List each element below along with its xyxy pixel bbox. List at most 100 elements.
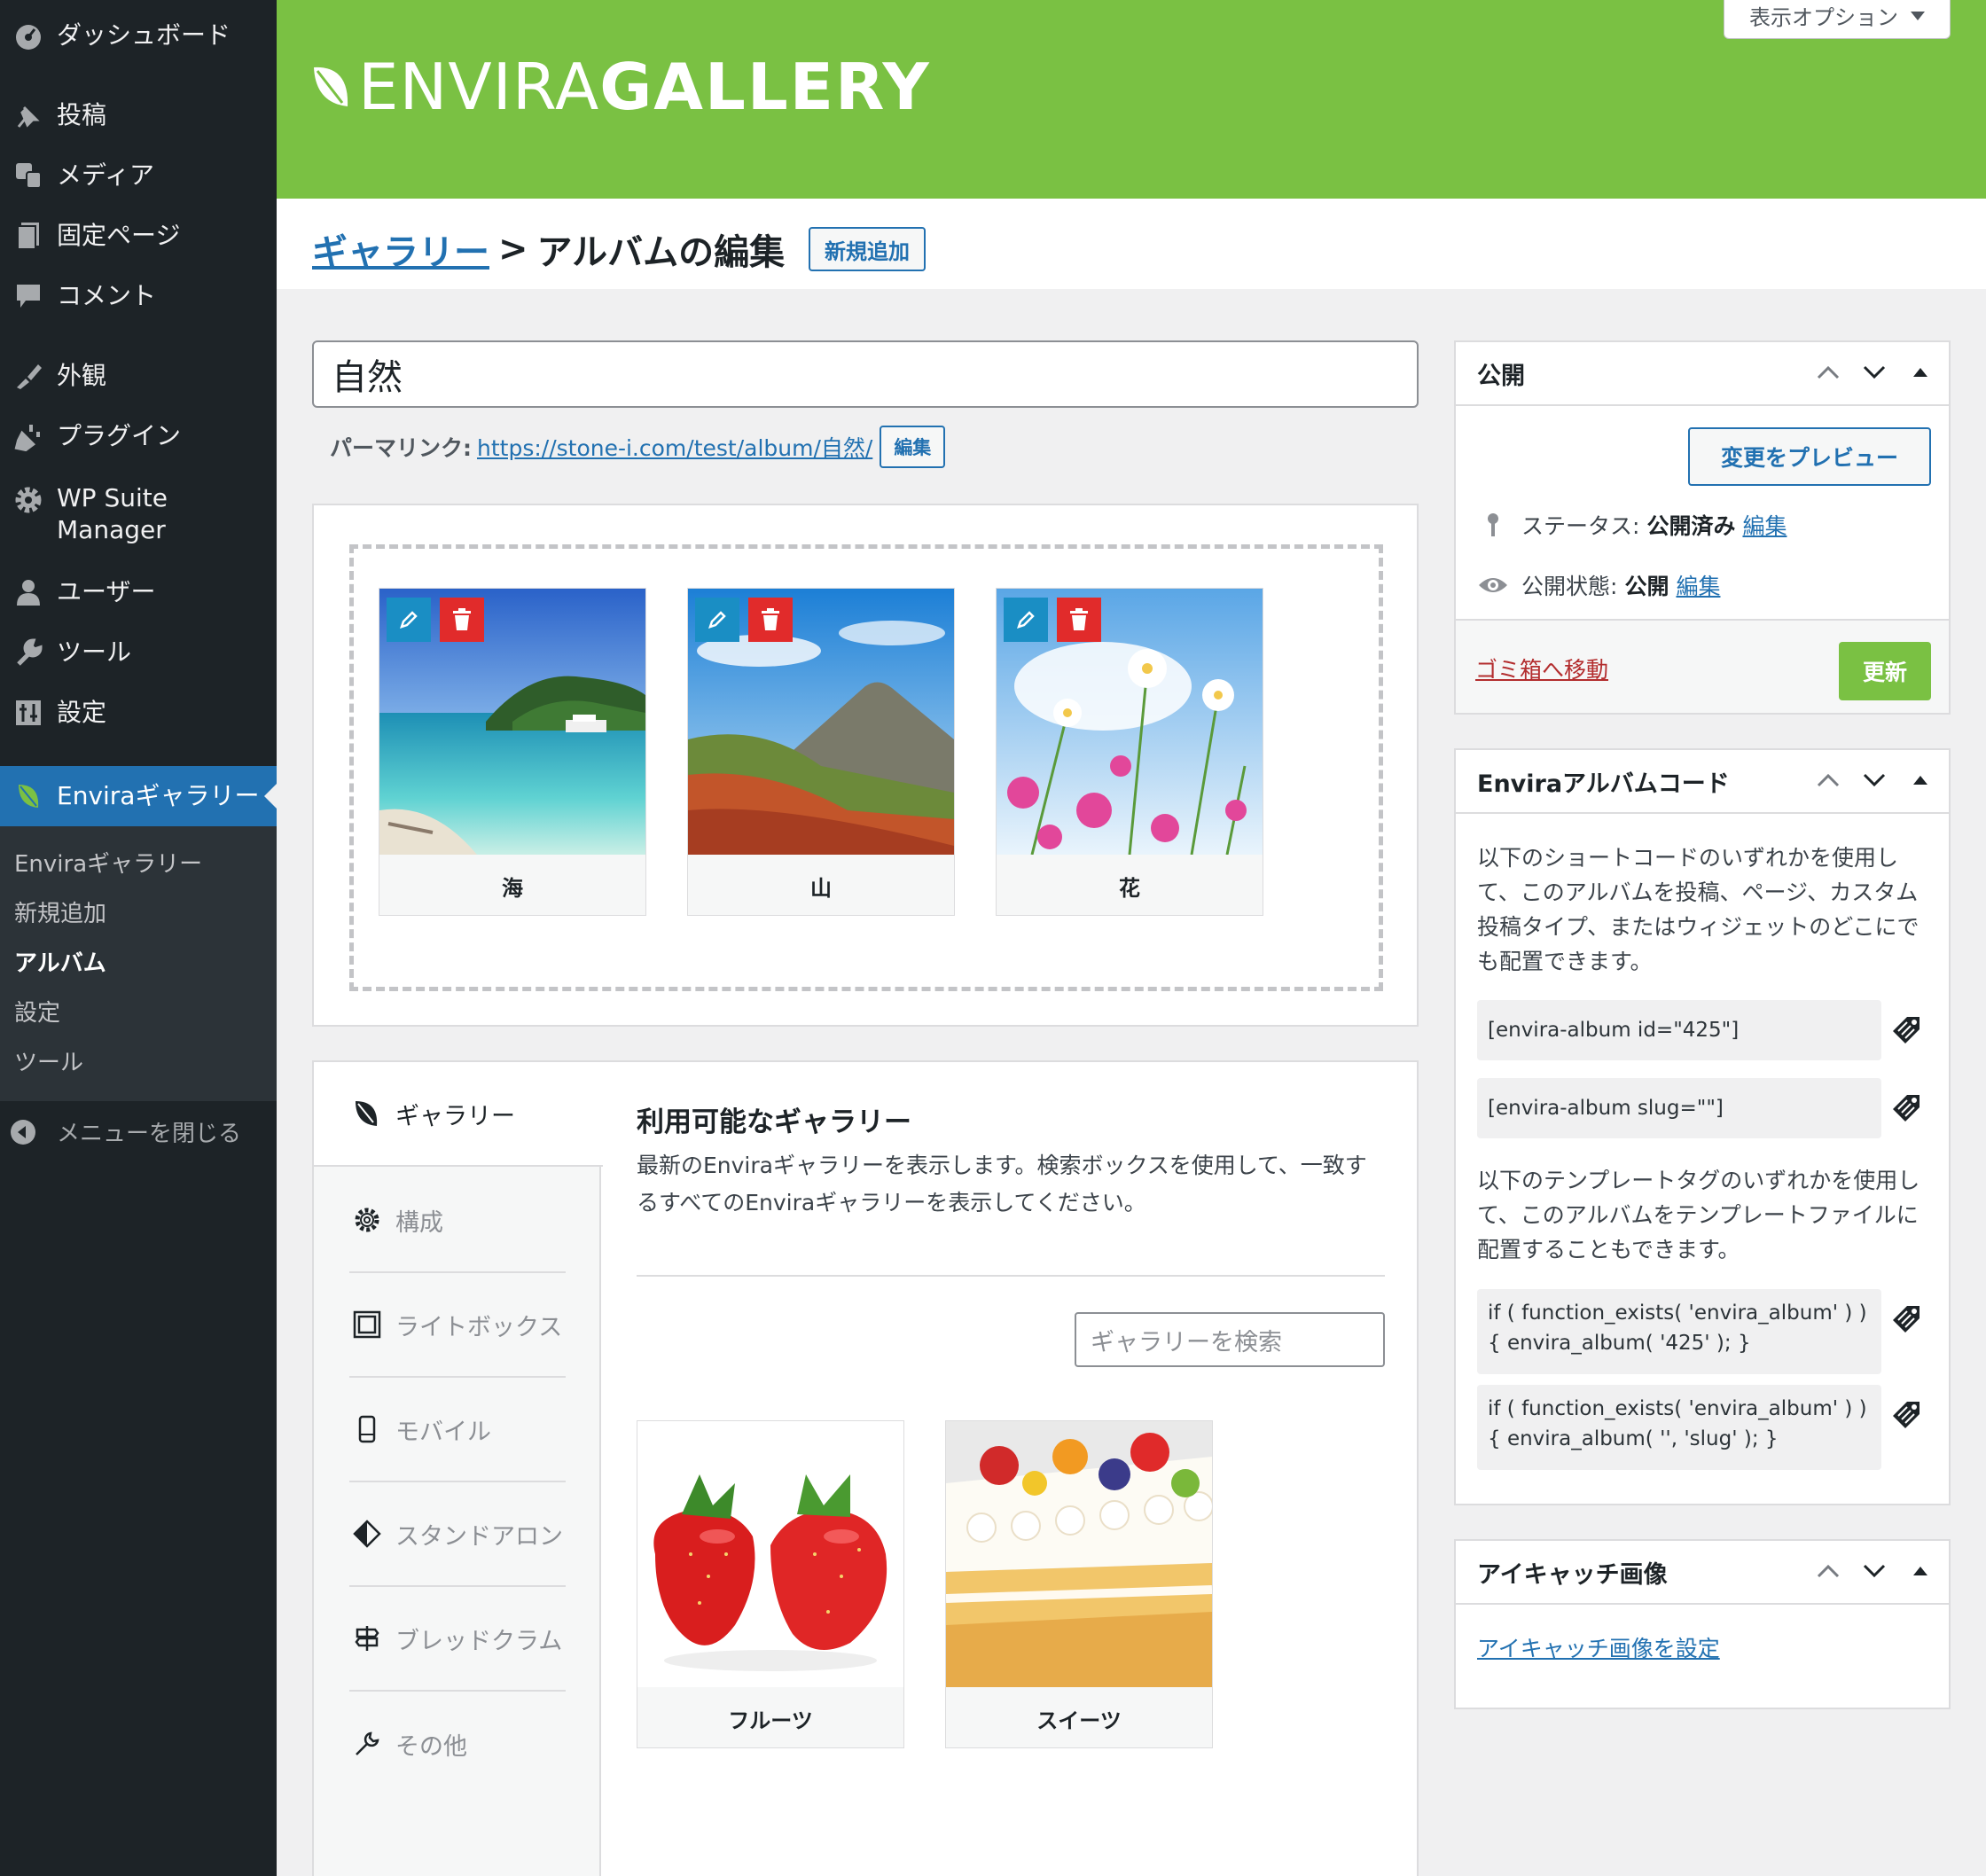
gallery-item[interactable]: フルーツ (637, 1420, 904, 1748)
set-featured-image-link[interactable]: アイキャッチ画像を設定 (1477, 1631, 1720, 1663)
sidebar-item-label: ユーザー (57, 577, 156, 606)
album-item[interactable]: 山 (687, 588, 955, 916)
pencil-icon (708, 611, 726, 629)
sidebar-item-label: プラグイン (57, 421, 182, 450)
envira-header: ENVIRA GALLERY 表示オプション (277, 0, 1986, 199)
template-tag-id-field[interactable]: if ( function_exists( 'envira_album' ) )… (1477, 1289, 1881, 1374)
breadcrumb-gallery-link[interactable]: ギャラリー (312, 223, 489, 275)
caret-down-icon (1911, 11, 1925, 20)
collapse-menu-button[interactable]: メニューを閉じる (0, 1115, 277, 1148)
preview-changes-button[interactable]: 変更をプレビュー (1688, 427, 1931, 486)
edit-album-item-button[interactable] (387, 598, 431, 642)
key-icon (1477, 509, 1509, 541)
featured-box-header: アイキャッチ画像 (1456, 1541, 1949, 1605)
template-tag-slug-field[interactable]: if ( function_exists( 'envira_album' ) )… (1477, 1385, 1881, 1470)
tab-mobile[interactable]: モバイル (349, 1378, 566, 1482)
album-item[interactable]: 海 (379, 588, 646, 916)
sidebar-item-appearance[interactable]: 外観 (0, 358, 277, 394)
tab-label: スタンドアロン (395, 1522, 563, 1551)
tab-gallery[interactable]: ギャラリー (314, 1062, 603, 1167)
sidebar-item-plugins[interactable]: プラグイン (0, 418, 277, 454)
page-icon (0, 218, 57, 254)
status-label: ステータス: (1521, 513, 1640, 539)
album-settings-box: ギャラリー 構成 ライトボックス モバイル スタンドアロン ブレッドクラム その… (312, 1060, 1419, 1876)
toggle-panel-icon[interactable] (1906, 358, 1935, 387)
settings-tabs: ギャラリー 構成 ライトボックス モバイル スタンドアロン ブレッドクラム その… (314, 1062, 603, 1876)
envira-logo: ENVIRA GALLERY (312, 50, 931, 124)
gallery-item[interactable]: スイーツ (945, 1420, 1213, 1748)
copy-clipboard-icon[interactable] (1885, 1394, 1927, 1436)
add-new-button[interactable]: 新規追加 (809, 227, 926, 271)
tab-misc[interactable]: その他 (349, 1692, 566, 1796)
copy-clipboard-icon[interactable] (1885, 1087, 1927, 1130)
shortcode-id-field[interactable]: [envira-album id="425"] (1477, 1000, 1881, 1060)
sidebar-item-media[interactable]: メディア (0, 158, 277, 193)
album-code-box: Enviraアルバムコード 以下のショートコードのいずれかを使用して、このアルバ… (1454, 748, 1951, 1505)
copy-clipboard-icon[interactable] (1885, 1009, 1927, 1051)
divider (637, 1275, 1385, 1277)
comment-icon (0, 278, 57, 314)
shortcode-slug-field[interactable]: [envira-album slug=""] (1477, 1078, 1881, 1138)
sidebar-item-envira-gallery[interactable]: Enviraギャラリー (0, 766, 277, 826)
sidebar-item-tools[interactable]: ツール (0, 635, 277, 670)
tab-breadcrumbs[interactable]: ブレッドクラム (349, 1587, 566, 1692)
gallery-search-input[interactable]: ギャラリーを検索 (1075, 1312, 1385, 1367)
remove-album-item-button[interactable] (748, 598, 793, 642)
tab-config[interactable]: 構成 (349, 1169, 566, 1273)
submenu-item-tools[interactable]: ツール (14, 1044, 83, 1077)
album-drop-zone[interactable]: 海 山 花 (349, 544, 1383, 991)
submenu-item-settings[interactable]: 設定 (14, 995, 60, 1028)
remove-album-item-button[interactable] (1057, 598, 1101, 642)
publish-box-header: 公開 (1456, 342, 1949, 406)
tab-lightbox[interactable]: ライトボックス (349, 1273, 566, 1378)
sidebar-item-label: 外観 (57, 361, 107, 390)
remove-album-item-button[interactable] (440, 598, 484, 642)
status-edit-link[interactable]: 編集 (1742, 509, 1787, 541)
move-up-icon[interactable] (1814, 766, 1842, 794)
visibility-edit-link[interactable]: 編集 (1676, 569, 1720, 601)
submenu-item-albums[interactable]: アルバム (14, 945, 106, 978)
pencil-icon (400, 611, 418, 629)
sidebar-item-label: 設定 (57, 698, 107, 727)
toggle-panel-icon[interactable] (1906, 1557, 1935, 1585)
visibility-value: 公開 (1624, 574, 1669, 599)
tab-label: ライトボックス (395, 1313, 563, 1341)
move-down-icon[interactable] (1860, 358, 1888, 387)
permalink-edit-button[interactable]: 編集 (880, 426, 946, 468)
screen-options-button[interactable]: 表示オプション (1724, 0, 1951, 39)
move-up-icon[interactable] (1814, 358, 1842, 387)
sidebar-item-dashboard[interactable]: ダッシュボード (0, 18, 277, 53)
permalink-url[interactable]: https://stone-i.com/test/album/自然/ (477, 431, 872, 463)
submenu-item-add-new[interactable]: 新規追加 (14, 895, 106, 928)
move-down-icon[interactable] (1860, 1557, 1888, 1585)
envira-leaf-icon (0, 778, 57, 814)
envira-leaf-icon (349, 1096, 385, 1131)
album-item[interactable]: 花 (996, 588, 1263, 916)
sidebar-item-settings[interactable]: 設定 (0, 695, 277, 731)
copy-clipboard-icon[interactable] (1885, 1298, 1927, 1341)
status-row: ステータス: 公開済み 編集 (1477, 509, 1787, 541)
gear-icon (0, 482, 57, 518)
sidebar-item-users[interactable]: ユーザー (0, 575, 277, 610)
edit-album-item-button[interactable] (695, 598, 739, 642)
sidebar-item-comments[interactable]: コメント (0, 278, 277, 314)
current-menu-arrow (264, 784, 277, 809)
toggle-panel-icon[interactable] (1906, 766, 1935, 794)
sidebar-item-label: 固定ページ (57, 221, 181, 250)
submenu-item-envira-gallery[interactable]: Enviraギャラリー (14, 846, 202, 879)
album-item-caption: 海 (502, 875, 523, 901)
sidebar-item-pages[interactable]: 固定ページ (0, 218, 277, 254)
edit-album-item-button[interactable] (1004, 598, 1048, 642)
mountain-image (688, 589, 954, 855)
tab-standalone[interactable]: スタンドアロン (349, 1482, 566, 1587)
screen-options-label: 表示オプション (1749, 5, 1898, 30)
album-galleries-box: 海 山 花 (312, 504, 1419, 1027)
sidebar-item-wp-suite-manager[interactable]: WP Suite Manager (0, 482, 277, 546)
sidebar-item-posts[interactable]: 投稿 (0, 98, 277, 133)
album-title-input[interactable]: 自然 (312, 340, 1419, 408)
update-button[interactable]: 更新 (1839, 642, 1931, 700)
move-down-icon[interactable] (1860, 766, 1888, 794)
envira-submenu: Enviraギャラリー 新規追加 アルバム 設定 ツール (0, 826, 277, 1101)
move-up-icon[interactable] (1814, 1557, 1842, 1585)
move-to-trash-link[interactable]: ゴミ箱へ移動 (1475, 653, 1608, 684)
